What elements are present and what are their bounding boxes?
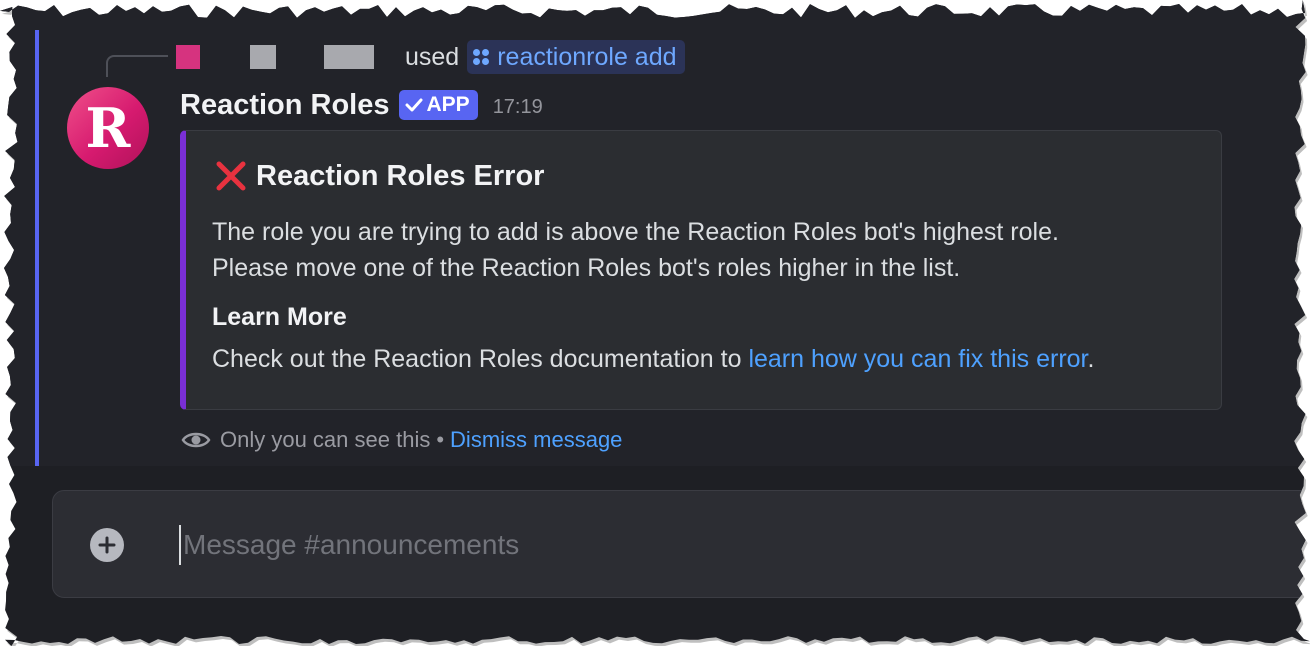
discord-channel-view: used reactionrole add R Reaction Roles A… xyxy=(0,0,1310,646)
error-embed: Reaction Roles Error The role you are tr… xyxy=(180,130,1222,410)
embed-field-value: Check out the Reaction Roles documentati… xyxy=(212,342,1094,376)
embed-description: The role you are trying to add is above … xyxy=(212,214,1059,286)
ephemeral-notice-text: Only you can see this xyxy=(220,427,431,452)
timestamp[interactable]: 17:19 xyxy=(493,96,543,119)
avatar-letter: R xyxy=(85,96,131,160)
reply-connector xyxy=(106,55,168,77)
ephemeral-message: used reactionrole add R Reaction Roles A… xyxy=(0,0,1310,466)
ephemeral-notice: Only you can see this • Dismiss message xyxy=(181,427,622,453)
embed-field-text: Check out the Reaction Roles documentati… xyxy=(212,345,749,373)
message-highlight-bar xyxy=(35,30,39,466)
embed-title-text: Reaction Roles Error xyxy=(256,159,545,192)
plus-circle-icon[interactable] xyxy=(90,528,124,562)
used-label: used xyxy=(405,42,460,71)
red-x-icon xyxy=(214,159,248,193)
separator-dot: • xyxy=(436,427,445,452)
message-header: Reaction Roles APP 17:19 xyxy=(180,86,543,124)
redacted-username-part xyxy=(250,45,276,69)
message-input[interactable] xyxy=(179,525,1279,565)
embed-field-name: Learn More xyxy=(212,303,347,331)
command-reply-context[interactable]: used reactionrole add xyxy=(176,42,685,72)
embed-title: Reaction Roles Error xyxy=(214,159,544,193)
eye-icon xyxy=(181,429,211,451)
embed-field-suffix: . xyxy=(1087,345,1095,373)
redacted-user-avatar xyxy=(176,45,200,69)
author-name[interactable]: Reaction Roles xyxy=(180,89,390,122)
command-icon xyxy=(473,49,489,65)
slash-command-chip[interactable]: reactionrole add xyxy=(467,40,684,74)
app-badge-label: APP xyxy=(426,93,470,116)
redacted-username-part xyxy=(324,45,374,69)
embed-description-line: The role you are trying to add is above … xyxy=(212,218,1059,246)
app-badge: APP xyxy=(399,90,478,120)
embed-description-line: Please move one of the Reaction Roles bo… xyxy=(212,254,961,282)
dismiss-message-link[interactable]: Dismiss message xyxy=(450,427,622,453)
avatar[interactable]: R xyxy=(67,87,149,169)
checkmark-icon xyxy=(405,98,423,112)
message-composer xyxy=(52,490,1310,598)
documentation-link[interactable]: learn how you can fix this error xyxy=(748,345,1087,373)
command-name: reactionrole add xyxy=(497,42,677,71)
